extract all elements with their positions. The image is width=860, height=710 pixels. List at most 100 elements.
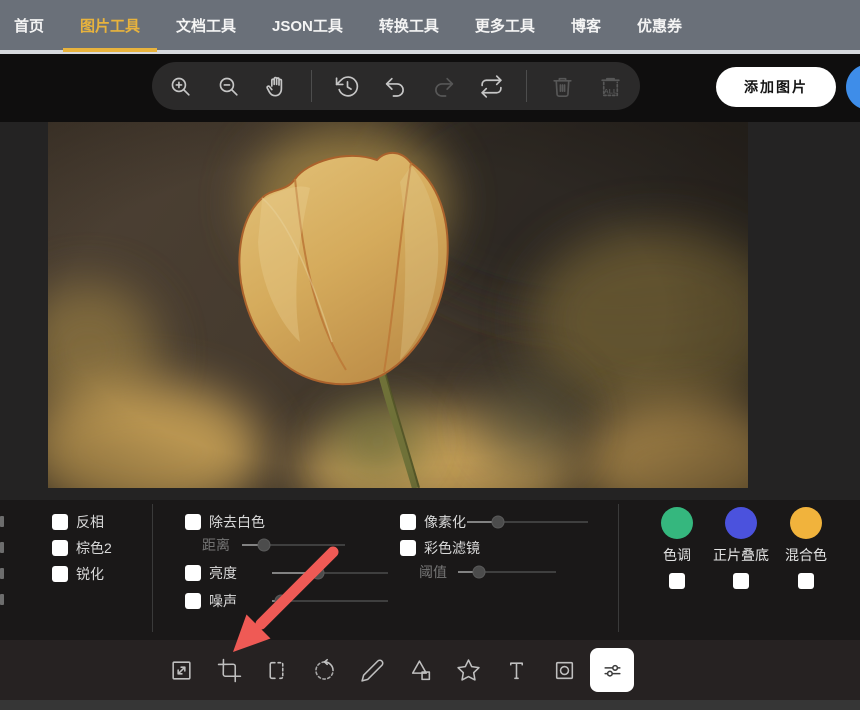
mix-checkbox[interactable] [798,573,814,589]
tool-draw[interactable] [352,650,392,690]
tool-frame[interactable] [544,650,584,690]
canvas-toolbar: ALL [152,62,640,110]
clipped-edge-fragment [0,568,4,579]
mix-swatch-circle[interactable] [790,507,822,539]
add-image-button[interactable]: 添加图片 [716,67,836,107]
nav-item-image-tools-label: 图片工具 [80,18,141,35]
distance-label: 距离 [202,537,230,553]
brightness-slider[interactable] [272,564,388,582]
threshold-slider[interactable] [458,563,556,581]
clipped-edge-fragment [0,542,4,553]
redo-icon [434,77,453,97]
nav-item-coupons[interactable]: 优惠券 [637,2,682,52]
multiply-checkbox[interactable] [733,573,749,589]
app: 首页 图片工具 文档工具 JSON工具 转换工具 更多工具 博客 优惠券 ALL… [0,0,860,710]
crop-icon [217,658,241,682]
hand-icon [265,76,282,96]
slider-thumb[interactable] [311,566,325,580]
zoom-out-button[interactable] [204,62,252,110]
text-icon [509,661,523,679]
blend-swatch-mix: 混合色 [774,507,838,589]
zoom-out-icon [219,77,238,96]
history-icon [335,75,358,97]
page-bottom-strip [0,700,860,710]
slider-thumb[interactable] [274,594,288,608]
top-nav: 首页 图片工具 文档工具 JSON工具 转换工具 更多工具 博客 优惠券 [0,0,860,54]
tulip-photo [18,62,848,532]
tool-rotate[interactable] [304,650,344,690]
slider-thumb[interactable] [491,515,505,529]
pixelate-slider[interactable] [467,513,588,531]
reset-loop-button[interactable] [467,62,515,110]
nav-item-home[interactable]: 首页 [14,2,44,52]
sharpen-label: 锐化 [76,566,104,582]
tool-shapes[interactable] [400,650,440,690]
remove-white-checkbox[interactable] [185,514,201,530]
undo-button[interactable] [371,62,419,110]
slider-thumb[interactable] [472,565,486,579]
nav-item-more-tools[interactable]: 更多工具 [475,2,535,52]
resize-icon [171,660,191,680]
sepia2-checkbox[interactable] [52,540,68,556]
svg-text:ALL: ALL [603,88,616,95]
nav-item-json-tools[interactable]: JSON工具 [272,2,343,52]
slider-thumb[interactable] [257,538,271,552]
sepia2-label: 棕色2 [76,540,112,556]
star-icon [456,658,480,681]
nav-item-doc-tools[interactable]: 文档工具 [176,2,236,52]
threshold-label: 阈值 [419,564,447,580]
toolbar-divider [526,70,527,102]
distance-slider[interactable] [242,536,345,554]
clipped-edge-fragment [0,516,4,527]
frame-icon [555,661,573,679]
zoom-in-button[interactable] [156,62,204,110]
nav-item-convert-tools[interactable]: 转换工具 [379,2,439,52]
tool-text[interactable] [496,650,536,690]
multiply-swatch-label: 正片叠底 [713,547,769,563]
tool-resize[interactable] [161,650,201,690]
canvas-image[interactable] [18,62,848,532]
delete-all-button[interactable]: ALL [586,62,634,110]
rotate-icon [314,658,334,680]
hue-swatch-label: 色调 [663,547,691,563]
pencil-icon [360,659,383,682]
pixelate-label: 像素化 [424,514,466,530]
tool-crop[interactable] [209,650,249,690]
delete-button[interactable] [538,62,586,110]
tool-star[interactable] [448,650,488,690]
multiply-swatch-circle[interactable] [725,507,757,539]
pan-hand-button[interactable] [252,62,300,110]
remove-white-label: 除去白色 [209,514,265,530]
mix-swatch-label: 混合色 [785,547,827,563]
tool-adjust[interactable] [590,648,634,692]
noise-label: 噪声 [209,593,237,609]
toolbar-divider [311,70,312,102]
redo-button[interactable] [419,62,467,110]
blend-swatch-multiply: 正片叠底 [709,507,773,589]
trash-icon [552,77,572,97]
loop-icon [480,74,502,98]
hue-checkbox[interactable] [669,573,685,589]
color-filter-checkbox[interactable] [400,540,416,556]
pixelate-checkbox[interactable] [400,514,416,530]
sliders-icon [603,664,621,677]
noise-slider[interactable] [272,592,388,610]
active-tab-underline [63,48,158,52]
nav-item-image-tools[interactable]: 图片工具 [63,2,158,52]
invert-checkbox[interactable] [52,514,68,530]
sharpen-checkbox[interactable] [52,566,68,582]
panel-divider [618,504,619,632]
noise-checkbox[interactable] [185,593,201,609]
undo-icon [385,77,404,97]
hue-swatch-circle[interactable] [661,507,693,539]
tool-flip[interactable] [256,650,296,690]
nav-item-blog[interactable]: 博客 [571,2,601,52]
brightness-label: 亮度 [209,565,237,581]
flip-icon [268,661,284,679]
history-button[interactable] [323,62,371,110]
brightness-checkbox[interactable] [185,565,201,581]
zoom-in-icon [171,77,190,96]
invert-label: 反相 [76,514,104,530]
panel-divider [152,504,153,632]
color-filter-label: 彩色滤镜 [424,540,480,556]
